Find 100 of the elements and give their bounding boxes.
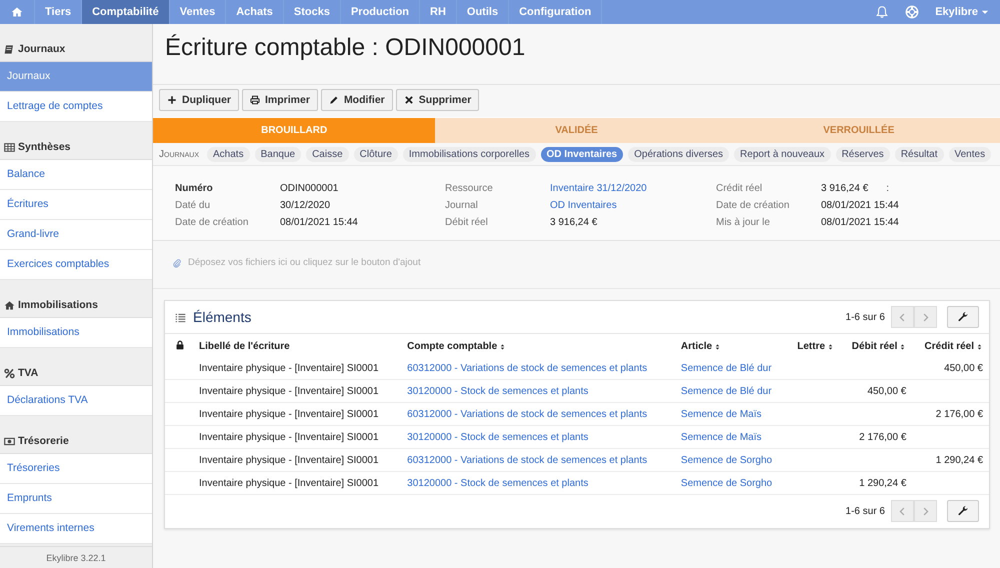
paperclip-icon (172, 258, 182, 268)
field-label: Mis à jour le (716, 217, 771, 228)
percent-icon (4, 368, 15, 378)
sidebar-item[interactable]: Virements internes (0, 514, 152, 544)
sidebar-item[interactable]: Trésoreries (0, 454, 152, 484)
version-label: Ekylibre 3.22.1 (0, 546, 152, 568)
book-icon (4, 44, 15, 54)
journal-pill[interactable]: Ventes (948, 147, 992, 162)
table-cell: 1 290,24 € (859, 478, 906, 488)
nav-tab[interactable]: Outils (456, 0, 510, 24)
plus-icon (167, 95, 177, 105)
journal-pill[interactable]: Clôture (354, 147, 398, 162)
column-header[interactable]: Débit réel (852, 341, 906, 352)
field-label: Daté du (175, 200, 212, 211)
column-header[interactable]: Article (680, 341, 722, 352)
action-button[interactable]: Modifier (320, 89, 393, 111)
nav-tab[interactable]: Stocks (284, 0, 341, 24)
table-cell: 450,00 € (867, 386, 906, 396)
sidebar-item[interactable]: Exercices comptables (0, 250, 152, 280)
list-icon (175, 312, 186, 322)
table-cell: 1 290,24 € (936, 454, 983, 466)
table-link[interactable]: 30120000 - Stock de semences et plants (407, 432, 588, 442)
sort-icon (827, 342, 834, 350)
journal-pill[interactable]: Résultat (894, 147, 944, 162)
action-button[interactable]: Dupliquer (159, 89, 239, 111)
settings-button[interactable] (947, 500, 979, 522)
table-link[interactable]: Semence de Sorgho (680, 454, 772, 466)
table-link[interactable]: Semence de Blé dur (680, 362, 772, 374)
home-icon (11, 6, 23, 18)
journal-pill[interactable]: Report à nouveaux (734, 147, 831, 162)
field-label: Ressource (445, 183, 494, 194)
journals-label: Journaux (159, 149, 200, 160)
sort-icon (976, 342, 983, 350)
pagination-range: 1-6 sur 6 (846, 506, 885, 516)
table-link[interactable]: 60312000 - Variations de stock de semences et plants (407, 362, 648, 374)
table-link[interactable]: 30120000 - Stock de semences et plants (407, 478, 588, 488)
column-header[interactable]: Crédit réel (924, 341, 983, 352)
bell-icon[interactable] (875, 5, 890, 19)
status-step: BROUILLARD (153, 118, 436, 143)
journal-pill[interactable]: Opérations diverses (628, 147, 730, 162)
table-cell: Inventaire physique - [Inventaire] SI0001 (199, 362, 379, 374)
field-value: 3 916,24 € (821, 183, 868, 194)
sort-icon (714, 342, 722, 350)
journal-pill[interactable]: Achats (207, 147, 250, 162)
field-value: 30/12/2020 (280, 200, 330, 211)
lifebuoy-icon[interactable] (905, 5, 920, 19)
table-link[interactable]: 30120000 - Stock de semences et plants (407, 386, 588, 396)
sidebar-item[interactable]: Immobilisations (0, 318, 152, 348)
table-link[interactable]: Semence de Sorgho (680, 478, 772, 488)
action-button[interactable]: Supprimer (396, 89, 480, 111)
lock-icon (175, 340, 185, 350)
table-cell: Inventaire physique - [Inventaire] SI0001 (199, 408, 379, 420)
column-header[interactable]: Compte comptable (407, 341, 506, 352)
journal-pill[interactable]: OD Inventaires (540, 147, 624, 162)
table-link[interactable]: Semence de Blé dur (680, 386, 772, 396)
field-value: 08/01/2021 15:44 (280, 217, 358, 228)
sidebar-item[interactable]: Balance (0, 160, 152, 190)
table-link[interactable]: 60312000 - Variations de stock de semences et plants (407, 454, 648, 466)
wrench-icon (957, 505, 969, 517)
nav-tab[interactable]: Production (340, 0, 420, 24)
settings-button[interactable] (947, 306, 979, 328)
field-link[interactable]: OD Inventaires (550, 200, 617, 211)
table-cell: 450,00 € (944, 362, 983, 374)
user-menu[interactable]: Ekylibre (927, 0, 1000, 24)
sidebar-item[interactable]: Écritures (0, 190, 152, 220)
column-header[interactable]: Lettre (797, 341, 834, 352)
nav-tab[interactable]: Ventes (170, 0, 226, 24)
sidebar-item[interactable]: Déclarations TVA (0, 386, 152, 416)
sidebar-item[interactable]: Emprunts (0, 484, 152, 514)
pencil-icon (328, 95, 339, 105)
status-step: VALIDÉE (435, 118, 718, 143)
field-value: 08/01/2021 15:44 (821, 200, 899, 211)
nav-tab[interactable]: RH (420, 0, 457, 24)
page-title: Écriture comptable : ODIN000001 (165, 34, 526, 62)
action-button[interactable]: Imprimer (242, 89, 318, 111)
nav-tab[interactable]: Comptabilité (82, 0, 170, 24)
field-label: Date de création (716, 200, 790, 211)
nav-tab[interactable]: Configuration (509, 0, 602, 24)
journal-pill[interactable]: Banque (254, 147, 302, 162)
table-link[interactable]: Semence de Maïs (680, 432, 762, 442)
journal-pill[interactable]: Caisse (306, 147, 349, 162)
wrench-icon (957, 311, 969, 323)
journal-pill[interactable]: Réserves (836, 147, 890, 162)
journal-pill[interactable]: Immobilisations corporelles (402, 147, 536, 162)
home-icon (4, 300, 15, 310)
field-label: Date de création (175, 217, 250, 228)
table-link[interactable]: Semence de Maïs (680, 408, 762, 420)
table-icon (4, 142, 15, 152)
sidebar-item[interactable]: Journaux (0, 62, 152, 92)
field-note: : (886, 183, 890, 194)
table-cell: Inventaire physique - [Inventaire] SI0001 (199, 432, 379, 442)
field-link[interactable]: Inventaire 31/12/2020 (550, 183, 647, 194)
table-link[interactable]: 60312000 - Variations de stock de semences et plants (407, 408, 648, 420)
table-cell: 2 176,00 € (936, 408, 983, 420)
sidebar-item[interactable]: Lettrage de comptes (0, 92, 152, 122)
status-step: VERROUILLÉE (718, 118, 1000, 143)
nav-tab[interactable]: Achats (226, 0, 284, 24)
field-label: Numéro (175, 183, 214, 194)
pagination-range: 1-6 sur 6 (846, 312, 885, 322)
sidebar-item[interactable]: Grand-livre (0, 220, 152, 250)
